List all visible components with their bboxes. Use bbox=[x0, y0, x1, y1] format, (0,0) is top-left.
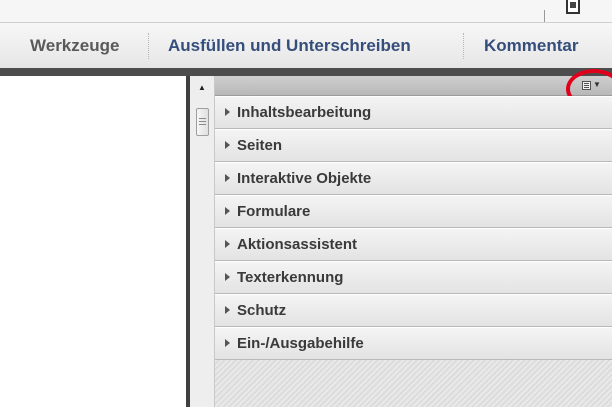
divider bbox=[544, 10, 545, 22]
panel-item-label: Inhaltsbearbeitung bbox=[237, 104, 372, 121]
panel-item-texterkennung[interactable]: Texterkennung bbox=[215, 261, 612, 294]
comment-button[interactable]: Kommentar bbox=[484, 23, 578, 69]
panel-item-label: Ein-/Ausgabehilfe bbox=[237, 335, 364, 352]
scroll-thumb[interactable] bbox=[196, 108, 209, 136]
toolbar-bottom-bar bbox=[0, 68, 612, 76]
tools-panel-list: Inhaltsbearbeitung Seiten Interaktive Ob… bbox=[215, 96, 612, 360]
scroll-up-arrow-icon[interactable]: ▲ bbox=[190, 82, 214, 94]
panel-item-label: Schutz bbox=[237, 302, 287, 319]
panel-item-formulare[interactable]: Formulare bbox=[215, 195, 612, 228]
panel-item-inhaltsbearbeitung[interactable]: Inhaltsbearbeitung bbox=[215, 96, 612, 129]
panel-item-aktionsassistent[interactable]: Aktionsassistent bbox=[215, 228, 612, 261]
panel-item-seiten[interactable]: Seiten bbox=[215, 129, 612, 162]
expand-arrow-icon bbox=[225, 174, 230, 182]
top-strip bbox=[0, 0, 612, 22]
toolbar-separator bbox=[148, 33, 149, 59]
panel-item-label: Interaktive Objekte bbox=[237, 170, 372, 187]
panel-item-label: Seiten bbox=[237, 137, 283, 154]
tools-panel-header bbox=[215, 76, 612, 96]
fill-and-sign-button[interactable]: Ausfüllen und Unterschreiben bbox=[168, 23, 411, 69]
expand-arrow-icon bbox=[225, 339, 230, 347]
toolbar-separator bbox=[463, 33, 464, 59]
panel-options-icon bbox=[582, 81, 591, 90]
grip-line bbox=[199, 124, 206, 125]
expand-arrow-icon bbox=[225, 306, 230, 314]
tool-icon[interactable] bbox=[566, 0, 580, 14]
expand-arrow-icon bbox=[225, 141, 230, 149]
panel-item-interaktive-objekte[interactable]: Interaktive Objekte bbox=[215, 162, 612, 195]
expand-arrow-icon bbox=[225, 207, 230, 215]
tools-button[interactable]: Werkzeuge bbox=[30, 23, 119, 69]
chevron-down-icon: ▼ bbox=[593, 80, 601, 89]
grip-line bbox=[199, 118, 206, 119]
expand-arrow-icon bbox=[225, 108, 230, 116]
task-toolbar: Werkzeuge Ausfüllen und Unterschreiben K… bbox=[0, 22, 612, 68]
panel-item-label: Aktionsassistent bbox=[237, 236, 358, 253]
grip-line bbox=[199, 121, 206, 122]
panel-item-ein-ausgabehilfe[interactable]: Ein-/Ausgabehilfe bbox=[215, 327, 612, 360]
panel-item-schutz[interactable]: Schutz bbox=[215, 294, 612, 327]
panel-item-label: Formulare bbox=[237, 203, 311, 220]
expand-arrow-icon bbox=[225, 240, 230, 248]
panel-item-label: Texterkennung bbox=[237, 269, 344, 286]
vertical-scrollbar[interactable]: ▲ bbox=[190, 76, 215, 407]
panel-empty-area bbox=[215, 360, 612, 407]
expand-arrow-icon bbox=[225, 273, 230, 281]
panel-options-button[interactable]: ▼ bbox=[578, 78, 604, 94]
document-area bbox=[0, 76, 186, 407]
